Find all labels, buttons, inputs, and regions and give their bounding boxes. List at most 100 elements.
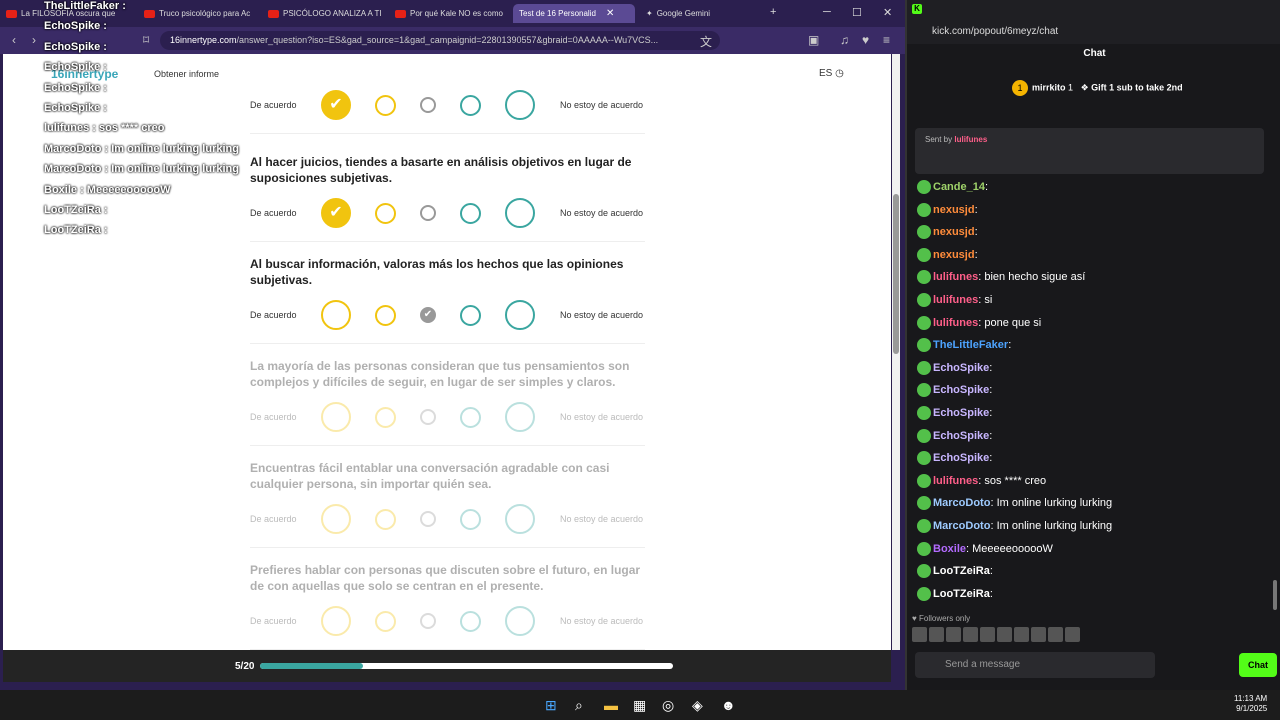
answer-option-5[interactable]: [505, 402, 535, 432]
answer-option-3[interactable]: ✔: [420, 307, 436, 323]
chat-message[interactable]: Cande_14:: [917, 180, 988, 194]
sidebar-icon[interactable]: ▣: [808, 33, 819, 47]
chat-username[interactable]: lulifunes: [933, 475, 978, 487]
tab-2[interactable]: Truco psicológico para Ac: [138, 4, 260, 23]
chat-message[interactable]: EchoSpike:: [917, 406, 992, 420]
chat-send-button[interactable]: Chat: [1239, 653, 1277, 677]
page-scrollbar[interactable]: [892, 54, 900, 650]
chat-username[interactable]: nexusjd: [933, 226, 975, 238]
chat-message[interactable]: EchoSpike:: [917, 451, 992, 466]
scroll-thumb[interactable]: [893, 194, 899, 354]
chat-username[interactable]: TheLittleFaker: [933, 339, 1008, 351]
chat-message[interactable]: nexusjd:: [917, 202, 978, 217]
chat-username[interactable]: MarcoDoto: [933, 497, 990, 509]
chat-message[interactable]: MarcoDoto: Im online lurking lurking: [917, 519, 1112, 533]
minimize-icon[interactable]: ─: [823, 6, 831, 18]
menu-icon[interactable]: ≡: [883, 33, 890, 47]
store-icon[interactable]: ▦: [633, 697, 646, 714]
answer-option-3[interactable]: [420, 409, 436, 425]
tab-5-active[interactable]: Test de 16 Personalid ✕: [513, 4, 635, 23]
answer-option-2[interactable]: [375, 611, 396, 632]
emote-bar[interactable]: [912, 627, 1112, 645]
chrome-icon[interactable]: ◎: [662, 697, 674, 714]
answer-option-1[interactable]: ✔: [321, 90, 351, 120]
chat-message[interactable]: nexusjd:: [917, 225, 978, 240]
answer-option-2[interactable]: [375, 509, 396, 530]
chat-username[interactable]: lulifunes: [933, 294, 978, 306]
chat-username[interactable]: LooTZeiRa: [933, 565, 990, 577]
gift-banner[interactable]: 1 mirrkito 1 ❖ Gift 1 sub to take 2nd: [1012, 80, 1183, 96]
chat-username[interactable]: EchoSpike: [933, 430, 989, 442]
discord-icon[interactable]: ☻: [721, 697, 736, 713]
chat-username[interactable]: lulifunes: [933, 271, 978, 283]
folder-icon[interactable]: ▬: [604, 697, 618, 713]
send-message-input[interactable]: Send a message: [915, 652, 1155, 678]
answer-option-4[interactable]: [460, 95, 481, 116]
answer-option-5[interactable]: [505, 504, 535, 534]
answer-option-3[interactable]: [420, 97, 436, 113]
answer-option-3[interactable]: [420, 205, 436, 221]
answer-option-4[interactable]: [460, 611, 481, 632]
chat-username[interactable]: EchoSpike: [933, 384, 989, 396]
chat-username[interactable]: Cande_14: [933, 181, 985, 193]
chat-message[interactable]: lulifunes: sos **** creo: [917, 473, 1046, 488]
forward-icon[interactable]: ›: [32, 33, 36, 47]
answer-option-5[interactable]: [505, 300, 535, 330]
answer-option-1[interactable]: [321, 300, 351, 330]
pinned-message[interactable]: Sent by lulifunes: [915, 128, 1264, 174]
answer-option-1[interactable]: [321, 606, 351, 636]
maximize-icon[interactable]: ☐: [852, 6, 862, 19]
chat-username[interactable]: MarcoDoto: [933, 520, 990, 532]
chat-message[interactable]: nexusjd:: [917, 247, 978, 262]
answer-option-1[interactable]: [321, 504, 351, 534]
chat-username[interactable]: LooTZeiRa: [933, 588, 990, 600]
chat-message[interactable]: Boxile: MeeeeeoooooW: [917, 541, 1053, 556]
close-tab-icon[interactable]: ✕: [606, 8, 614, 19]
chat-message[interactable]: lulifunes: si: [917, 293, 992, 307]
chat-message[interactable]: LooTZeiRa:: [917, 586, 993, 601]
close-window-icon[interactable]: ✕: [883, 6, 892, 19]
answer-option-4[interactable]: [460, 203, 481, 224]
tab-3[interactable]: PSICÓLOGO ANALIZA A TI: [262, 4, 384, 23]
chat-username[interactable]: EchoSpike: [933, 452, 989, 464]
system-clock[interactable]: 11:13 AM 9/1/2025: [1234, 694, 1267, 714]
browser-app-icon[interactable]: ◈: [692, 697, 703, 714]
bookmark-icon[interactable]: ⌑: [143, 33, 149, 47]
chat-scrollbar[interactable]: [1273, 120, 1277, 680]
chat-message[interactable]: TheLittleFaker:: [917, 338, 1011, 353]
chat-message[interactable]: lulifunes: bien hecho sigue así: [917, 270, 1085, 285]
answer-option-5[interactable]: [505, 90, 535, 120]
music-icon[interactable]: ♫: [840, 33, 849, 47]
start-icon[interactable]: ⊞: [545, 697, 557, 714]
answer-option-1[interactable]: ✔: [321, 198, 351, 228]
tab-6[interactable]: ✦ Google Gemini: [640, 4, 762, 23]
answer-option-2[interactable]: [375, 203, 396, 224]
chat-message[interactable]: EchoSpike:: [917, 428, 992, 443]
tab-4[interactable]: Por qué Kale NO es como: [389, 4, 511, 23]
answer-option-2[interactable]: [375, 95, 396, 116]
chat-username[interactable]: Boxile: [933, 543, 966, 555]
extension-icon[interactable]: ♥: [862, 33, 869, 47]
translate-icon[interactable]: 文: [700, 33, 712, 50]
language-selector[interactable]: ES ◷: [819, 68, 844, 79]
new-tab-icon[interactable]: +: [770, 6, 776, 18]
answer-option-4[interactable]: [460, 407, 481, 428]
chat-username[interactable]: EchoSpike: [933, 407, 989, 419]
chat-message[interactable]: EchoSpike:: [917, 360, 992, 375]
chat-username[interactable]: nexusjd: [933, 204, 975, 216]
back-icon[interactable]: ‹: [12, 33, 16, 47]
answer-option-5[interactable]: [505, 198, 535, 228]
chat-username[interactable]: lulifunes: [933, 317, 978, 329]
chat-message[interactable]: lulifunes: pone que si: [917, 315, 1041, 330]
url-field[interactable]: 16innertype.com/answer_question?iso=ES&g…: [160, 31, 720, 50]
search-icon[interactable]: ⌕: [575, 697, 583, 714]
chat-message[interactable]: MarcoDoto: Im online lurking lurking: [917, 496, 1112, 511]
answer-option-1[interactable]: [321, 402, 351, 432]
answer-option-3[interactable]: [420, 511, 436, 527]
chat-message[interactable]: EchoSpike:: [917, 383, 992, 398]
answer-option-2[interactable]: [375, 305, 396, 326]
chat-message[interactable]: LooTZeiRa:: [917, 564, 993, 579]
answer-option-5[interactable]: [505, 606, 535, 636]
answer-option-4[interactable]: [460, 305, 481, 326]
chat-username[interactable]: nexusjd: [933, 249, 975, 261]
